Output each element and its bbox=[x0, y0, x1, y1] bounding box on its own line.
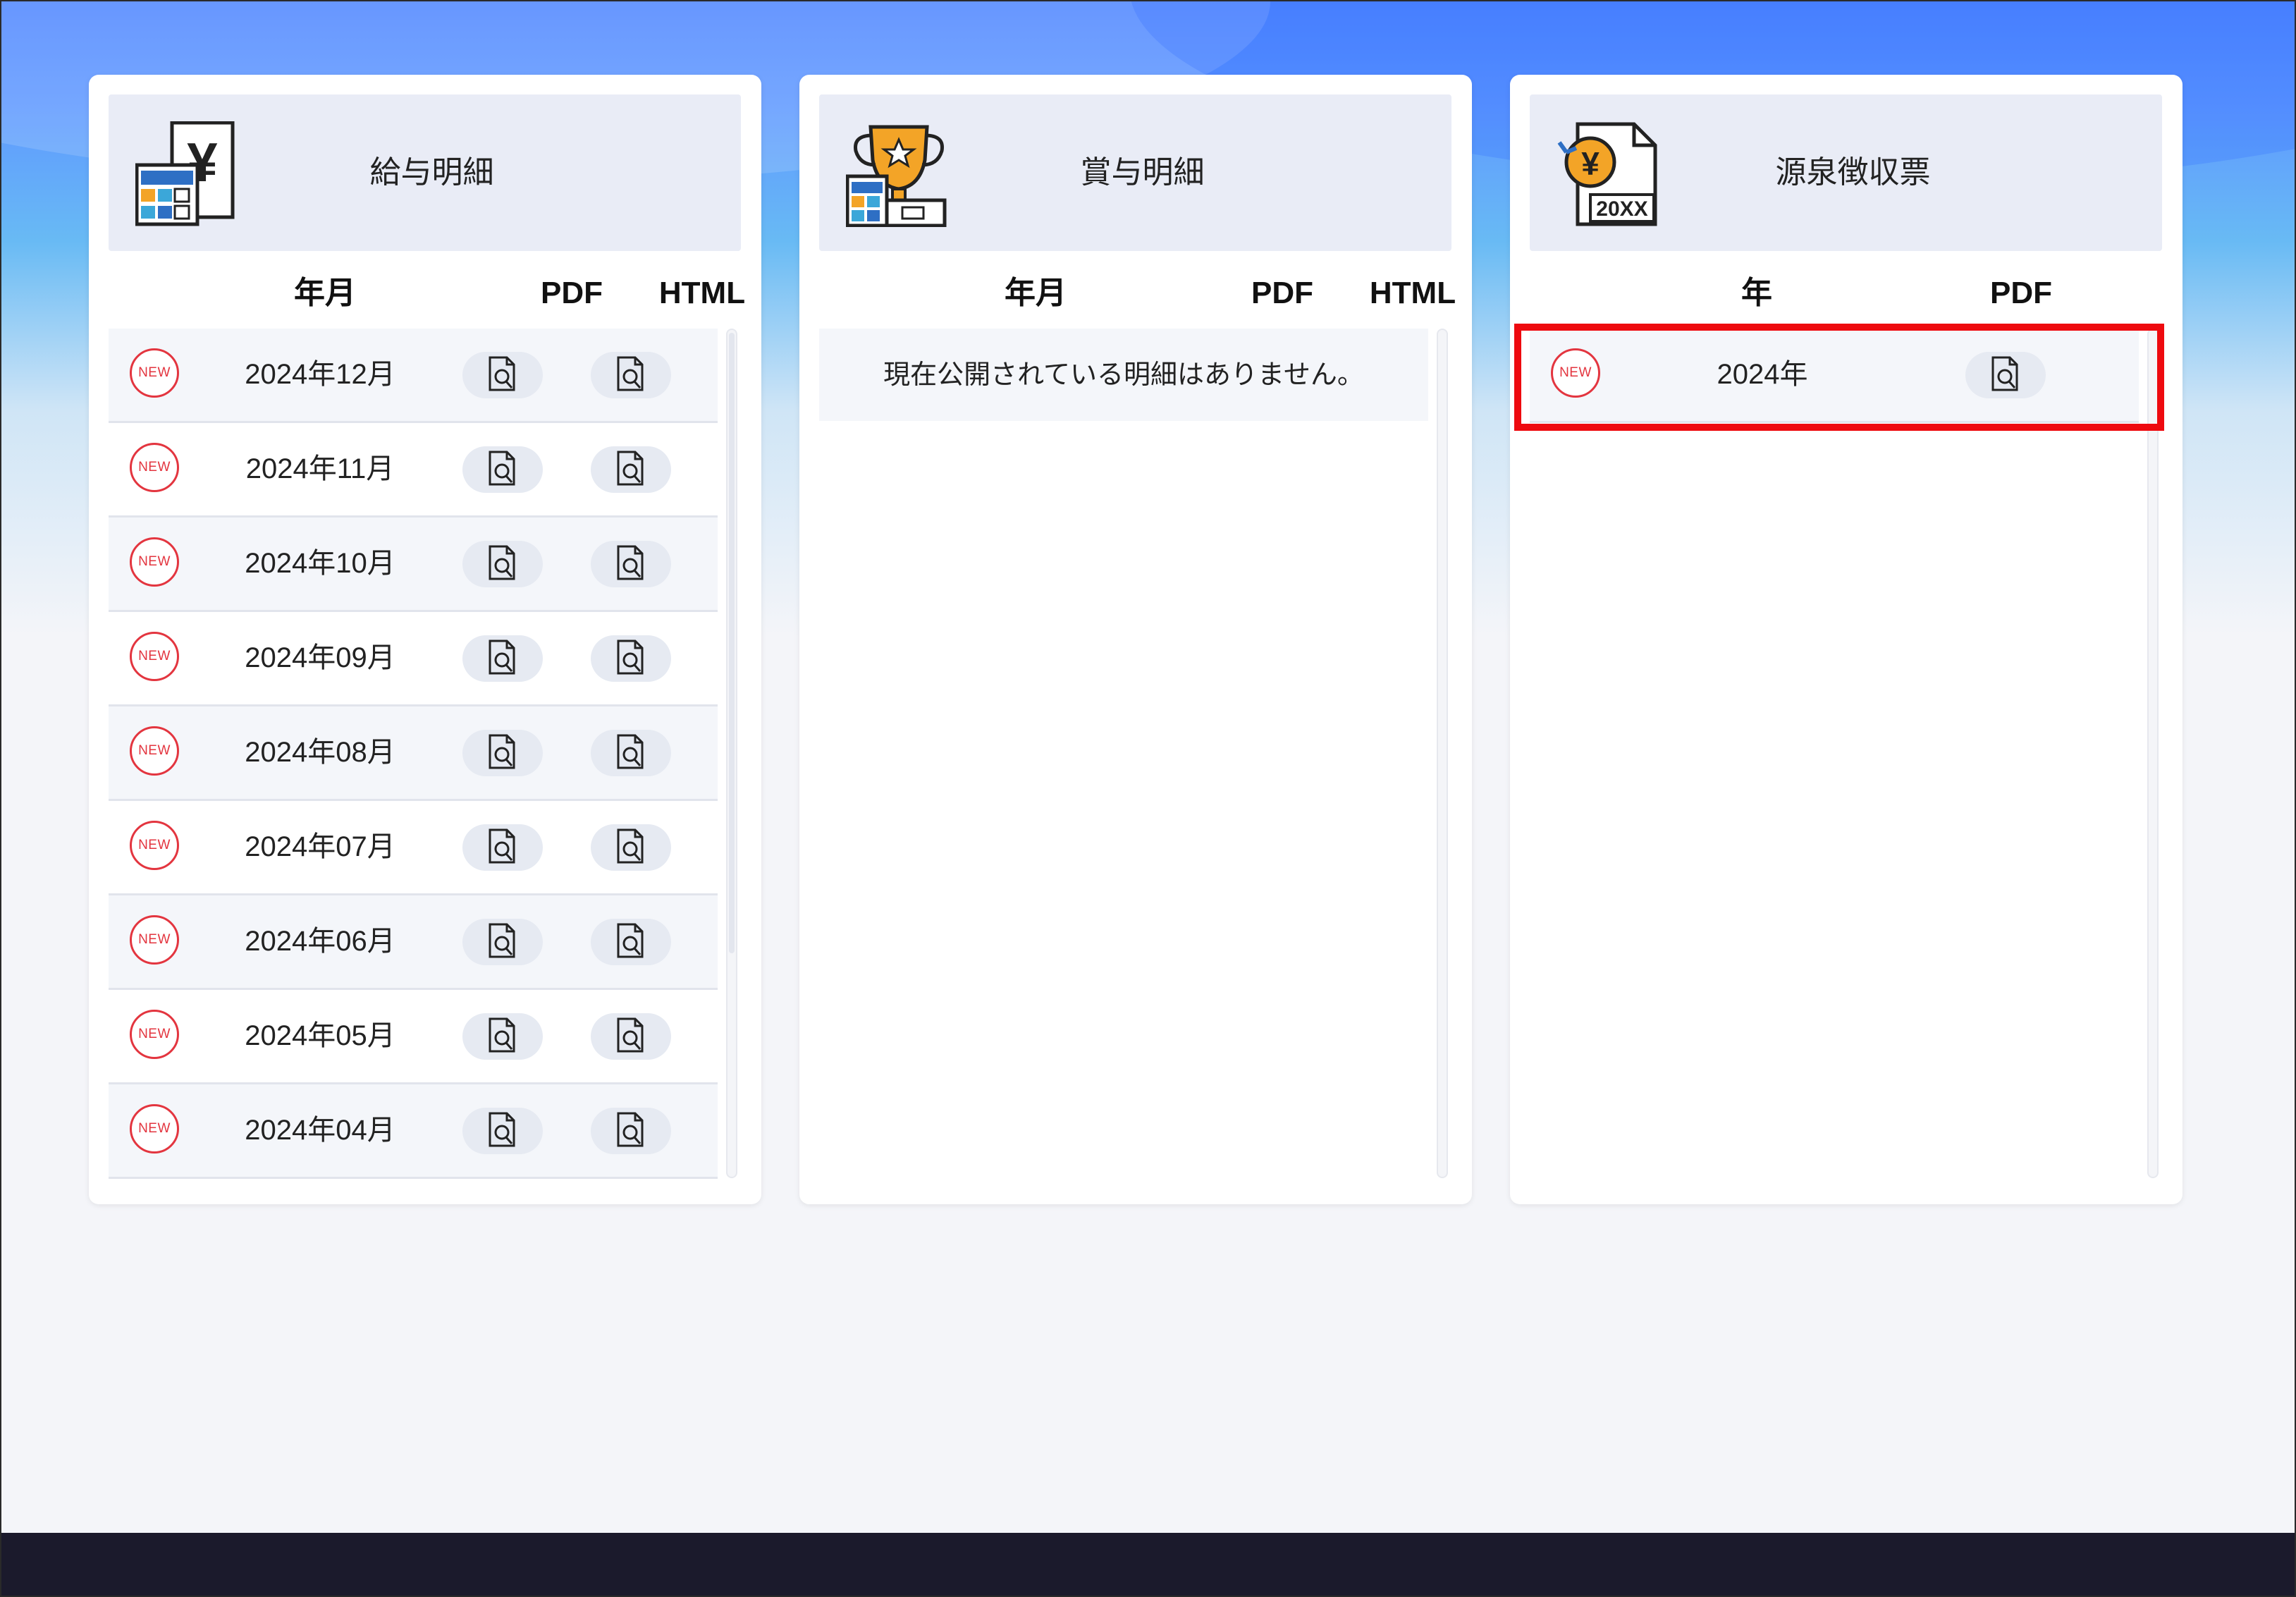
withholding-col-year: 年 bbox=[1741, 276, 1772, 310]
row-period-label: 2024年06月 bbox=[245, 926, 395, 957]
salary-card-header: ¥ 給与明細 bbox=[109, 94, 741, 251]
view-pdf-button[interactable] bbox=[462, 352, 543, 398]
view-pdf-button[interactable] bbox=[462, 541, 543, 587]
table-row: NEW 2024年09月 bbox=[109, 612, 718, 706]
view-pdf-button[interactable] bbox=[462, 824, 543, 871]
withholding-card: ¥ 20XX 源泉徴収票 年 PDF NEW 2024年 bbox=[1510, 75, 2183, 1204]
document-magnifier-icon bbox=[615, 1017, 646, 1056]
new-badge: NEW bbox=[130, 348, 179, 398]
view-html-button[interactable] bbox=[591, 541, 671, 587]
document-magnifier-icon bbox=[487, 356, 518, 394]
salary-col-period: 年月 bbox=[294, 276, 356, 310]
document-magnifier-icon bbox=[487, 640, 518, 678]
new-badge: NEW bbox=[130, 726, 179, 776]
table-row: NEW 2024年06月 bbox=[109, 895, 718, 990]
view-html-button[interactable] bbox=[591, 1108, 671, 1154]
bonus-card-header: 賞与明細 bbox=[819, 94, 1451, 251]
withholding-col-pdf: PDF bbox=[1990, 276, 2052, 310]
document-magnifier-icon bbox=[615, 451, 646, 489]
view-html-button[interactable] bbox=[591, 1013, 671, 1060]
salary-scroll-thumb[interactable] bbox=[729, 333, 735, 953]
salary-col-pdf: PDF bbox=[541, 276, 603, 310]
salary-card-title: 給与明細 bbox=[369, 154, 494, 190]
table-row: NEW 2024年05月 bbox=[109, 990, 718, 1084]
document-magnifier-icon bbox=[487, 451, 518, 489]
bonus-col-period: 年月 bbox=[1005, 276, 1067, 310]
row-period-label: 2024年11月 bbox=[245, 453, 395, 484]
view-pdf-button[interactable] bbox=[462, 730, 543, 776]
table-row: NEW 2024年08月 bbox=[109, 706, 718, 801]
row-period-label: 2024年12月 bbox=[245, 359, 395, 390]
document-magnifier-icon bbox=[487, 734, 518, 772]
document-magnifier-icon bbox=[487, 545, 518, 583]
new-badge: NEW bbox=[130, 632, 179, 681]
document-magnifier-icon bbox=[487, 1112, 518, 1150]
salary-list: NEW 2024年12月 NEW 2024年11月 NEW 2024年10月 NEW 2024… bbox=[109, 329, 718, 1179]
document-magnifier-icon bbox=[487, 923, 518, 961]
view-pdf-button[interactable] bbox=[462, 635, 543, 682]
new-badge: NEW bbox=[130, 443, 179, 492]
view-html-button[interactable] bbox=[591, 824, 671, 871]
new-badge: NEW bbox=[130, 915, 179, 965]
document-magnifier-icon bbox=[615, 356, 646, 394]
row-period-label: 2024年07月 bbox=[245, 831, 395, 862]
withholding-card-title: 源泉徴収票 bbox=[1775, 154, 1931, 190]
view-html-button[interactable] bbox=[591, 730, 671, 776]
row-period-label: 2024年08月 bbox=[245, 737, 395, 768]
view-pdf-button[interactable] bbox=[462, 446, 543, 493]
new-badge: NEW bbox=[130, 537, 179, 587]
document-magnifier-icon bbox=[615, 923, 646, 961]
new-badge: NEW bbox=[130, 1010, 179, 1059]
table-row: NEW 2024年10月 bbox=[109, 518, 718, 612]
salary-scrollbar[interactable] bbox=[726, 329, 737, 1178]
view-html-button[interactable] bbox=[591, 446, 671, 493]
bonus-card: 賞与明細 年月 PDF HTML 現在公開されている明細はありません。 bbox=[799, 75, 1472, 1204]
row-period-label: 2024年05月 bbox=[245, 1020, 395, 1051]
bonus-scrollbar[interactable] bbox=[1437, 329, 1448, 1178]
document-magnifier-icon bbox=[615, 1112, 646, 1150]
new-badge: NEW bbox=[130, 821, 179, 870]
table-row: NEW 2024年04月 bbox=[109, 1084, 718, 1179]
bonus-card-title: 賞与明細 bbox=[1080, 154, 1205, 190]
bonus-col-html: HTML bbox=[1369, 276, 1456, 310]
withholding-card-header: ¥ 20XX 源泉徴収票 bbox=[1530, 94, 2162, 251]
document-magnifier-icon bbox=[615, 545, 646, 583]
view-pdf-button[interactable] bbox=[462, 1108, 543, 1154]
row-period-label: 2024年09月 bbox=[245, 642, 395, 673]
view-pdf-button[interactable] bbox=[462, 919, 543, 965]
view-html-button[interactable] bbox=[591, 635, 671, 682]
document-magnifier-icon bbox=[615, 828, 646, 867]
row-period-label: 2024年04月 bbox=[245, 1115, 395, 1146]
bonus-col-pdf: PDF bbox=[1251, 276, 1313, 310]
new-badge: NEW bbox=[130, 1104, 179, 1154]
table-row: NEW 2024年11月 bbox=[109, 423, 718, 518]
row-period-label: 2024年10月 bbox=[245, 548, 395, 579]
table-row: NEW 2024年12月 bbox=[109, 329, 718, 423]
highlight-box bbox=[1514, 324, 2164, 431]
salary-card: ¥ 給与明細 年月 PDF HTML NEW 2024年12月 NEW 2024年11… bbox=[89, 75, 761, 1204]
view-pdf-button[interactable] bbox=[462, 1013, 543, 1060]
view-html-button[interactable] bbox=[591, 919, 671, 965]
document-magnifier-icon bbox=[615, 640, 646, 678]
document-magnifier-icon bbox=[487, 828, 518, 867]
document-magnifier-icon bbox=[487, 1017, 518, 1056]
document-magnifier-icon bbox=[615, 734, 646, 772]
view-html-button[interactable] bbox=[591, 352, 671, 398]
bonus-empty-message: 現在公開されている明細はありません。 bbox=[819, 329, 1428, 421]
withholding-scrollbar[interactable] bbox=[2147, 329, 2159, 1178]
salary-col-html: HTML bbox=[658, 276, 746, 310]
table-row: NEW 2024年07月 bbox=[109, 801, 718, 895]
